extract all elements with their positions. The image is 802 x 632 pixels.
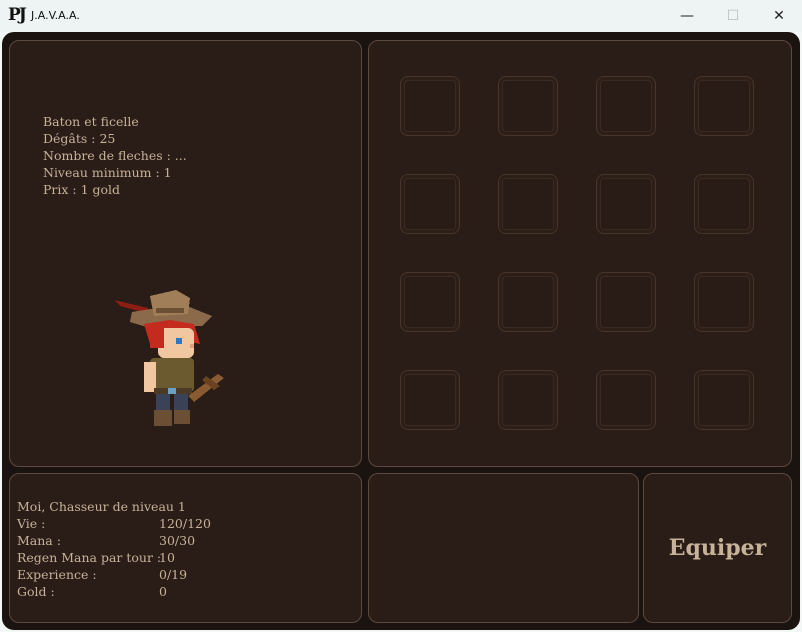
inventory-slot[interactable] [498, 174, 558, 234]
stat-value: 10 [159, 550, 175, 565]
minimize-icon: — [680, 8, 694, 24]
inventory-slot[interactable] [498, 76, 558, 136]
player-title: Moi, Chasseur de niveau 1 [17, 499, 186, 514]
stat-label: Vie : [17, 516, 46, 531]
inventory-slot[interactable] [400, 272, 460, 332]
item-details: Baton et ficelle Dégâts : 25 Nombre de f… [43, 113, 187, 198]
hunter-character-sprite [114, 290, 224, 426]
minimize-button[interactable]: — [664, 0, 710, 32]
item-arrows: Nombre de fleches : ... [43, 148, 187, 163]
stat-value: 120/120 [159, 516, 211, 531]
equip-button[interactable]: Equiper [643, 473, 792, 623]
item-min-level: Niveau minimum : 1 [43, 165, 172, 180]
inventory-slot[interactable] [596, 174, 656, 234]
inventory-slot[interactable] [596, 370, 656, 430]
maximize-icon: ☐ [726, 8, 740, 24]
inventory-slot[interactable] [694, 76, 754, 136]
close-button[interactable]: ✕ [756, 0, 802, 32]
inventory-slot[interactable] [694, 174, 754, 234]
inventory-slot[interactable] [596, 76, 656, 136]
item-name: Baton et ficelle [43, 114, 139, 129]
inventory-slot[interactable] [498, 272, 558, 332]
window-title: J.A.V.A.A. [31, 9, 80, 22]
item-price: Prix : 1 gold [43, 182, 121, 197]
message-panel [368, 473, 639, 623]
title-bar: PJ J.A.V.A.A. — ☐ ✕ [0, 0, 802, 32]
stat-label: Experience : [17, 567, 97, 582]
inventory-slot[interactable] [400, 174, 460, 234]
inventory-slot[interactable] [400, 370, 460, 430]
stat-label: Gold : [17, 584, 55, 599]
item-damage: Dégâts : 25 [43, 131, 116, 146]
stat-value: 30/30 [159, 533, 196, 548]
close-icon: ✕ [773, 8, 785, 24]
stat-value: 0/19 [159, 567, 188, 582]
maximize-button[interactable]: ☐ [710, 0, 756, 32]
inventory-slot[interactable] [498, 370, 558, 430]
stat-label: Regen Mana par tour : [17, 550, 162, 565]
stat-label: Mana : [17, 533, 61, 548]
inventory-slot[interactable] [596, 272, 656, 332]
inventory-slot[interactable] [694, 272, 754, 332]
stat-value: 0 [159, 584, 167, 599]
inventory-slot[interactable] [694, 370, 754, 430]
inventory-slot[interactable] [400, 76, 460, 136]
app-logo: PJ [8, 5, 27, 25]
